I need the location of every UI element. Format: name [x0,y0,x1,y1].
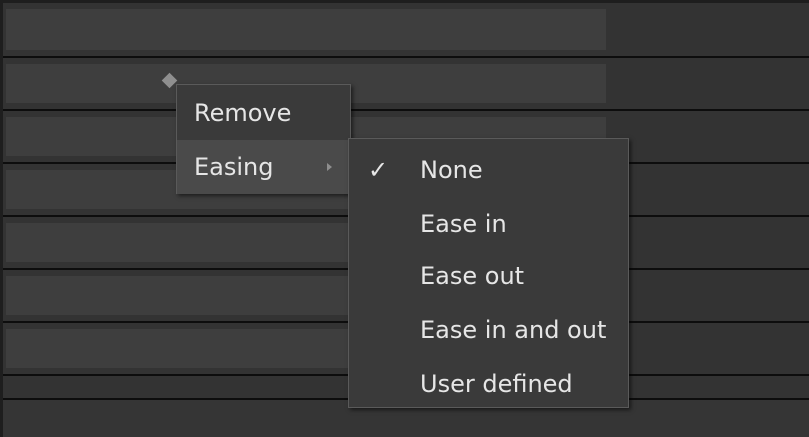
chevron-right-icon [327,163,332,171]
submenu-item-label: None [420,156,483,184]
check-icon: ✓ [367,156,389,184]
submenu-item-label: Ease in [420,210,507,238]
submenu-item-user-defined[interactable]: User defined [349,357,628,411]
timeline-track[interactable] [3,58,809,111]
submenu-item-ease-out[interactable]: Ease out [349,249,628,303]
submenu-item-label: Ease in and out [420,316,607,344]
submenu-item-none[interactable]: ✓ None [349,143,628,197]
easing-submenu: ✓ None Ease in Ease out Ease in and out … [348,138,629,408]
timeline-track[interactable] [3,3,809,58]
track-bar[interactable] [6,9,606,50]
submenu-item-label: Ease out [420,262,525,290]
context-menu: Remove Easing [176,84,351,194]
menu-item-label: Easing [194,153,274,181]
submenu-item-ease-in[interactable]: Ease in [349,197,628,251]
menu-item-remove[interactable]: Remove [177,86,350,140]
menu-item-easing[interactable]: Easing [177,140,350,194]
submenu-item-label: User defined [420,370,573,398]
menu-item-label: Remove [194,99,292,127]
submenu-item-ease-in-and-out[interactable]: Ease in and out [349,303,628,357]
